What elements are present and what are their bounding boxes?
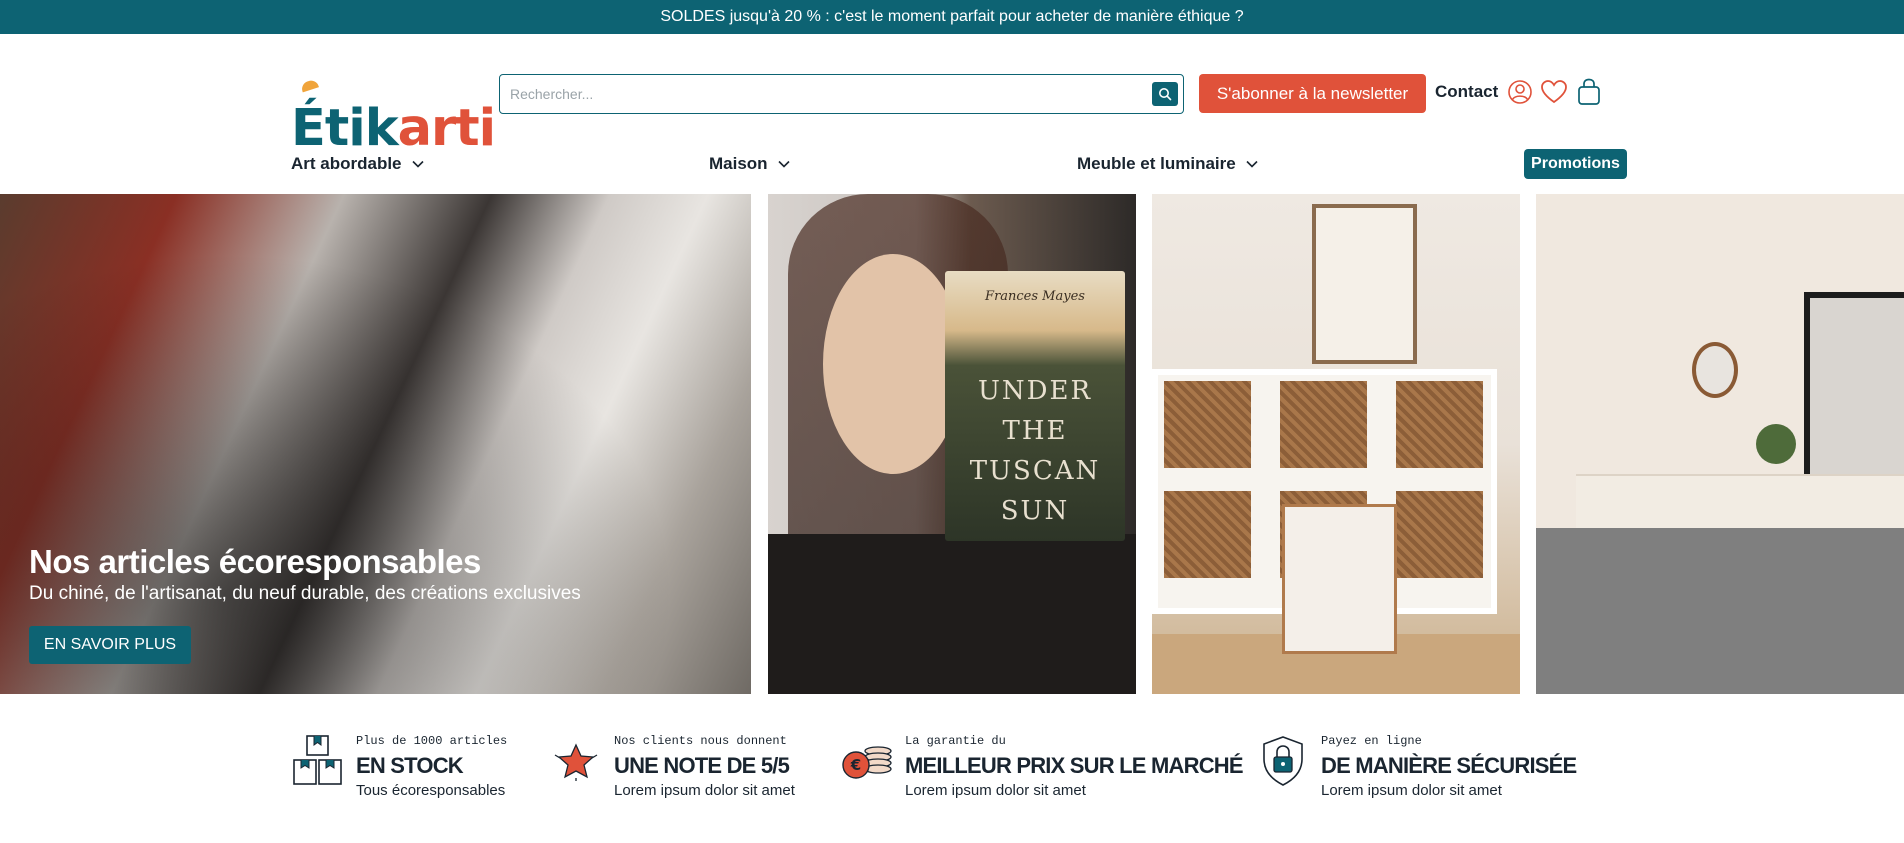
- account-button[interactable]: [1506, 78, 1534, 106]
- feature-description: Lorem ipsum dolor sit amet: [614, 782, 795, 799]
- feature-heading: MEILLEUR PRIX SUR LE MARCHÉ: [905, 753, 1244, 778]
- feature-small-text: Plus de 1000 articles: [356, 734, 508, 748]
- cart-button[interactable]: [1575, 78, 1603, 106]
- heart-icon: [1541, 80, 1567, 104]
- features-strip: Plus de 1000 articles EN STOCK Tous écor…: [0, 694, 1904, 843]
- nav-item-maison[interactable]: Maison: [709, 154, 790, 174]
- book-title-line: THE: [1002, 416, 1068, 446]
- image-placeholder-area: [1536, 528, 1904, 694]
- feature-heading: EN STOCK: [356, 753, 464, 778]
- nav-item-meuble-luminaire[interactable]: Meuble et luminaire: [1077, 154, 1258, 174]
- feature-icon-wrap: [549, 734, 603, 788]
- boxes-icon: [293, 735, 342, 785]
- search-button[interactable]: [1152, 82, 1178, 106]
- logo[interactable]: Étikarti: [291, 74, 496, 154]
- nav-item-label: Maison: [709, 154, 768, 173]
- star-icon: [554, 743, 598, 781]
- basket: [1276, 377, 1371, 472]
- shirt-shape: [768, 534, 1136, 694]
- contact-link[interactable]: Contact: [1435, 82, 1498, 102]
- hero-image-bedroom[interactable]: [1536, 194, 1904, 694]
- user-icon: [1508, 80, 1532, 104]
- announcement-bar: SOLDES jusqu'à 20 % : c'est le moment pa…: [0, 0, 1904, 34]
- hero-image-book[interactable]: Frances Mayes UNDER THE TUSCAN SUN: [768, 194, 1136, 694]
- book-author: Frances Mayes: [985, 289, 1085, 304]
- feature-small-text: Payez en ligne: [1321, 734, 1422, 748]
- search-input[interactable]: [510, 83, 1120, 105]
- shield-lock-icon: [1263, 736, 1303, 786]
- feature-description: Lorem ipsum dolor sit amet: [1321, 782, 1502, 799]
- nav-item-art-abordable[interactable]: Art abordable: [291, 154, 424, 174]
- feature-description: Tous écoresponsables: [356, 782, 506, 799]
- logo-accent-mark: [300, 78, 319, 93]
- face-shape: [823, 254, 963, 474]
- hero-main-panel: Nos articles écoresponsables Du chiné, d…: [0, 194, 751, 694]
- basket: [1392, 487, 1487, 582]
- plant: [1756, 424, 1796, 464]
- announcement-text: SOLDES jusqu'à 20 % : c'est le moment pa…: [660, 8, 1244, 25]
- site-header: Étikarti S'abonner à la newsletter Conta…: [0, 34, 1904, 194]
- round-mirror: [1692, 342, 1738, 398]
- feature-icon-wrap: [1256, 734, 1310, 788]
- search-icon: [1159, 88, 1172, 101]
- hero-image-kids-room[interactable]: [1152, 194, 1520, 694]
- toy-house: [1282, 504, 1397, 654]
- feature-icon-wrap: [291, 734, 345, 788]
- feature-icon-wrap: €: [840, 734, 894, 788]
- hero-title: Nos articles écoresponsables: [29, 543, 481, 580]
- book-cover: Frances Mayes UNDER THE TUSCAN SUN: [945, 271, 1125, 541]
- shopping-bag-icon: [1578, 78, 1600, 105]
- chevron-down-icon: [1246, 160, 1258, 168]
- svg-text:€: €: [850, 756, 861, 774]
- search-bar: [499, 74, 1184, 114]
- logo-text-part1: Étik: [291, 99, 399, 158]
- wishlist-button[interactable]: [1540, 78, 1568, 106]
- feature-description: Lorem ipsum dolor sit amet: [905, 782, 1086, 799]
- poster-frame: [1312, 204, 1417, 364]
- feature-heading: UNE NOTE DE 5/5: [614, 753, 790, 778]
- learn-more-button[interactable]: EN SAVOIR PLUS: [29, 626, 191, 664]
- feature-small-text: Nos clients nous donnent: [614, 734, 787, 748]
- newsletter-button[interactable]: S'abonner à la newsletter: [1199, 74, 1426, 113]
- book-title-line: UNDER: [977, 376, 1093, 406]
- basket: [1392, 377, 1487, 472]
- basket: [1160, 487, 1255, 582]
- hero-image-overlay: [0, 194, 751, 694]
- book-title-line: SUN: [1000, 496, 1070, 526]
- feature-heading: DE MANIÈRE SÉCURISÉE: [1321, 753, 1577, 778]
- chevron-down-icon: [411, 160, 424, 168]
- coins-icon: €: [842, 746, 892, 779]
- logo-text-part2: arti: [397, 99, 496, 158]
- bed: [1576, 474, 1904, 529]
- chevron-down-icon: [777, 160, 790, 168]
- basket: [1160, 377, 1255, 472]
- promotions-button[interactable]: Promotions: [1524, 149, 1627, 179]
- hero-subtitle: Du chiné, de l'artisanat, du neuf durabl…: [29, 583, 581, 604]
- nav-item-label: Meuble et luminaire: [1077, 154, 1236, 173]
- feature-small-text: La garantie du: [905, 734, 1006, 748]
- book-title-line: TUSCAN: [969, 456, 1101, 486]
- nav-item-label: Art abordable: [291, 154, 402, 173]
